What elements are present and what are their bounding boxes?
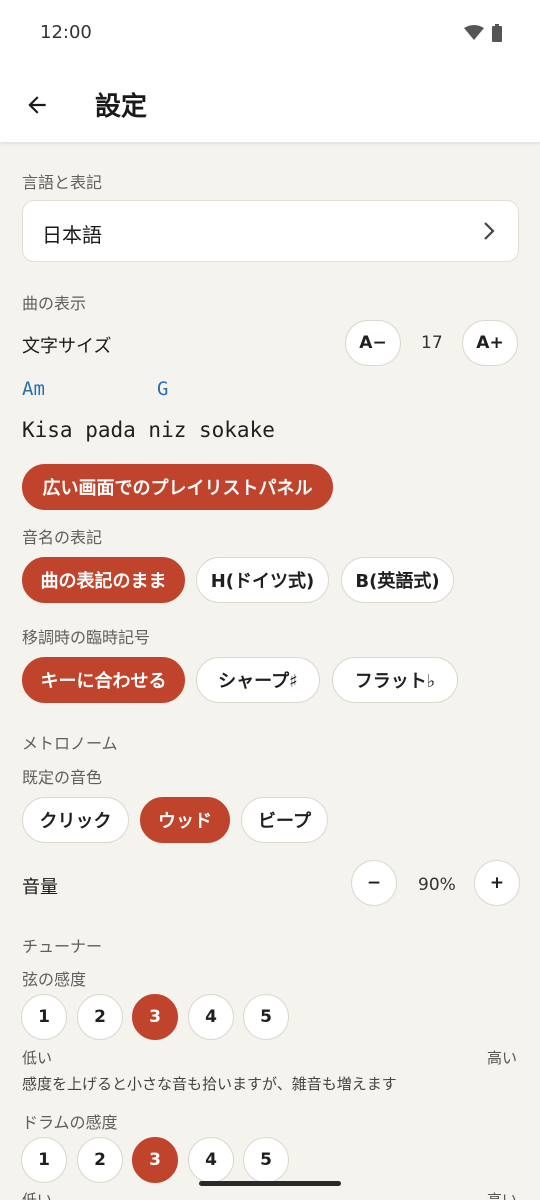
string-sensitivity-3[interactable]: 3 [132, 994, 178, 1040]
tuner-section-label: チューナー [22, 937, 103, 956]
string-sensitivity-label: 弦の感度 [22, 970, 87, 989]
accidental-option-key[interactable]: キーに合わせる [22, 657, 185, 703]
back-button[interactable] [20, 88, 54, 122]
drum-sensitivity-4[interactable]: 4 [188, 1137, 234, 1183]
string-sensitivity-1[interactable]: 1 [21, 994, 67, 1040]
accidental-option-flat[interactable]: フラット♭ [332, 657, 458, 703]
home-indicator[interactable] [199, 1181, 341, 1186]
app-bar: 設定 [0, 68, 540, 142]
preview-chord: G [157, 378, 169, 400]
drum-sensitivity-2[interactable]: 2 [77, 1137, 123, 1183]
preview-chord: Am [22, 378, 45, 400]
drum-high-label: 高い [487, 1191, 518, 1200]
drum-sensitivity-1[interactable]: 1 [21, 1137, 67, 1183]
arrow-back-icon [28, 96, 46, 114]
metronome-sound-label: 既定の音色 [22, 768, 103, 787]
language-value: 日本語 [42, 223, 102, 247]
accidental-option-sharp[interactable]: シャープ♯ [196, 657, 320, 703]
chevron-right-icon [484, 222, 495, 240]
font-size-decrease-button[interactable]: A− [345, 320, 401, 366]
font-size-label: 文字サイズ [22, 336, 112, 357]
note-names-section-label: 音名の表記 [22, 528, 103, 547]
volume-increase-button[interactable]: + [474, 860, 520, 906]
metronome-section-label: メトロノーム [22, 734, 118, 753]
settings-content[interactable]: 言語と表記 日本語 曲の表示 文字サイズ A− 17 A+ Am G Kisa … [0, 142, 540, 1200]
drum-sensitivity-3[interactable]: 3 [132, 1137, 178, 1183]
status-time: 12:00 [40, 22, 92, 43]
font-size-value: 17 [421, 333, 443, 353]
string-low-label: 低い [22, 1049, 53, 1067]
volume-value: 90% [418, 875, 456, 895]
string-sensitivity-5[interactable]: 5 [243, 994, 289, 1040]
sound-option-wood[interactable]: ウッド [140, 797, 230, 843]
playlist-panel-toggle[interactable]: 広い画面でのプレイリストパネル [22, 464, 333, 510]
volume-decrease-button[interactable]: − [351, 860, 397, 906]
string-high-label: 高い [487, 1049, 518, 1067]
drum-sensitivity-label: ドラムの感度 [22, 1113, 118, 1132]
note-name-option-german[interactable]: H(ドイツ式) [196, 557, 329, 603]
language-section-label: 言語と表記 [22, 173, 103, 192]
wifi-icon [464, 25, 484, 40]
string-sensitivity-2[interactable]: 2 [77, 994, 123, 1040]
sound-option-beep[interactable]: ビープ [241, 797, 328, 843]
status-bar: 12:00 [0, 0, 540, 68]
volume-label: 音量 [22, 877, 58, 898]
display-section-label: 曲の表示 [22, 294, 87, 313]
font-size-increase-button[interactable]: A+ [462, 320, 518, 366]
accidentals-section-label: 移調時の臨時記号 [22, 628, 151, 647]
sensitivity-hint: 感度を上げると小さな音も拾いますが、雑音も増えます [22, 1075, 397, 1093]
status-icons [464, 24, 502, 42]
note-name-option-original[interactable]: 曲の表記のまま [22, 557, 185, 603]
battery-icon [492, 24, 502, 42]
language-selector[interactable]: 日本語 [22, 200, 519, 262]
string-sensitivity-4[interactable]: 4 [188, 994, 234, 1040]
sound-option-click[interactable]: クリック [22, 797, 129, 843]
page-title: 設定 [95, 92, 148, 122]
note-name-option-english[interactable]: B(英語式) [341, 557, 454, 603]
preview-lyric: Kisa pada niz sokake [22, 418, 275, 442]
drum-low-label: 低い [22, 1191, 53, 1200]
drum-sensitivity-5[interactable]: 5 [243, 1137, 289, 1183]
